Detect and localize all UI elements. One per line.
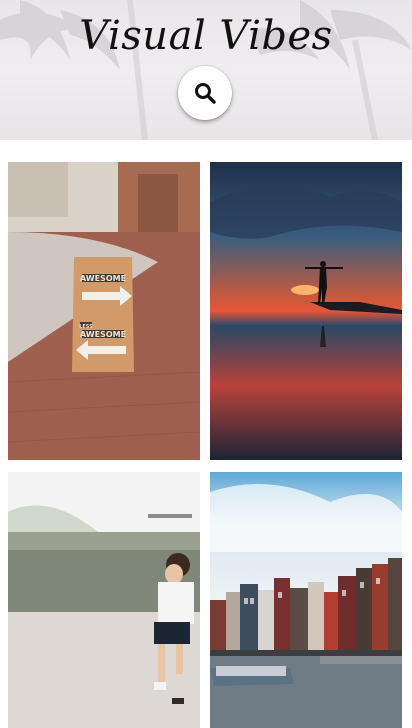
search-icon <box>195 83 216 104</box>
sunset-silhouette-photo <box>210 162 402 460</box>
child-running-photo <box>8 472 200 728</box>
photo-card-canal-houses[interactable] <box>210 472 402 728</box>
sidewalk-sign-photo: AWESOME LESS AWESOME <box>8 162 200 460</box>
sign-text-1: AWESOME <box>80 274 126 283</box>
photo-card-sunset[interactable] <box>210 162 402 460</box>
search-button[interactable] <box>178 66 232 120</box>
header-banner: Visual Vibes <box>0 0 412 140</box>
photo-card-child-running[interactable] <box>8 472 200 728</box>
sign-text-3: AWESOME <box>80 330 126 339</box>
photo-card-sidewalk-sign[interactable]: AWESOME LESS AWESOME <box>8 162 200 460</box>
canal-houses-photo <box>210 472 402 728</box>
site-title: Visual Vibes <box>79 13 333 59</box>
